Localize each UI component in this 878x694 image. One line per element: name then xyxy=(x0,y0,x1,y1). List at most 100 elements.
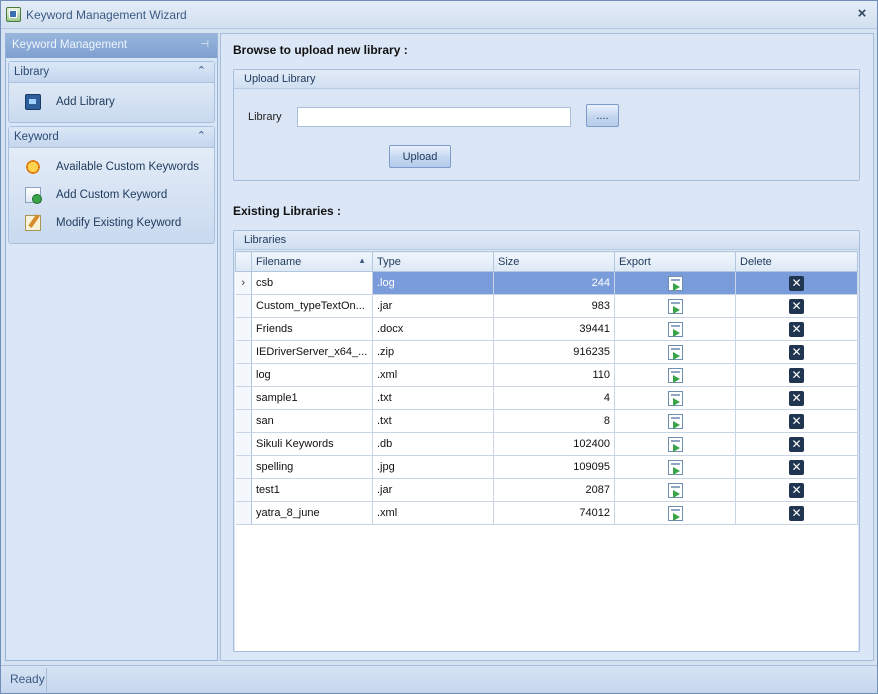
delete-cell[interactable]: ✕ xyxy=(735,271,858,295)
size-cell[interactable]: 110 xyxy=(493,363,615,387)
export-cell[interactable] xyxy=(614,340,736,364)
browse-button[interactable]: .... xyxy=(586,104,619,127)
size-cell[interactable]: 8 xyxy=(493,409,615,433)
column-header-size[interactable]: Size xyxy=(493,251,615,272)
type-cell[interactable]: .log xyxy=(372,271,494,295)
column-header-delete[interactable]: Delete xyxy=(735,251,858,272)
export-icon[interactable] xyxy=(667,436,683,452)
delete-icon[interactable]: ✕ xyxy=(789,459,804,475)
table-row[interactable]: Sikuli Keywords .db 102400 ✕ xyxy=(235,432,858,456)
filename-cell[interactable]: sample1 xyxy=(251,386,373,410)
nav-item-add-library[interactable]: Add Library xyxy=(9,88,214,116)
type-cell[interactable]: .db xyxy=(372,432,494,456)
table-row[interactable]: sample1 .txt 4 ✕ xyxy=(235,386,858,410)
filename-cell[interactable]: IEDriverServer_x64_... xyxy=(251,340,373,364)
export-icon[interactable] xyxy=(667,505,683,521)
export-cell[interactable] xyxy=(614,455,736,479)
row-indicator[interactable] xyxy=(235,317,252,341)
row-indicator[interactable] xyxy=(235,432,252,456)
column-header-type[interactable]: Type xyxy=(372,251,494,272)
size-cell[interactable]: 39441 xyxy=(493,317,615,341)
row-indicator[interactable] xyxy=(235,386,252,410)
collapse-icon[interactable]: ⌃ xyxy=(197,129,206,142)
table-row[interactable]: IEDriverServer_x64_... .zip 916235 ✕ xyxy=(235,340,858,364)
row-indicator[interactable] xyxy=(235,363,252,387)
nav-group-header-keyword[interactable]: Keyword ⌃ xyxy=(9,127,214,148)
type-cell[interactable]: .zip xyxy=(372,340,494,364)
table-row[interactable]: › csb .log 244 ✕ xyxy=(235,271,858,295)
table-row[interactable]: spelling .jpg 109095 ✕ xyxy=(235,455,858,479)
type-cell[interactable]: .txt xyxy=(372,386,494,410)
filename-cell[interactable]: log xyxy=(251,363,373,387)
export-cell[interactable] xyxy=(614,478,736,502)
library-path-input[interactable] xyxy=(297,107,571,127)
export-icon[interactable] xyxy=(667,390,683,406)
pin-icon[interactable]: ⊣ xyxy=(200,39,209,50)
delete-cell[interactable]: ✕ xyxy=(735,478,858,502)
row-indicator[interactable] xyxy=(235,294,252,318)
table-row[interactable]: Friends .docx 39441 ✕ xyxy=(235,317,858,341)
column-header-filename[interactable]: Filename ▲ xyxy=(251,251,373,272)
filename-cell[interactable]: test1 xyxy=(251,478,373,502)
type-cell[interactable]: .jpg xyxy=(372,455,494,479)
nav-item-modify-keyword[interactable]: Modify Existing Keyword xyxy=(9,209,214,237)
delete-icon[interactable]: ✕ xyxy=(789,436,804,452)
delete-cell[interactable]: ✕ xyxy=(735,317,858,341)
export-cell[interactable] xyxy=(614,294,736,318)
table-row[interactable]: yatra_8_june .xml 74012 ✕ xyxy=(235,501,858,525)
size-cell[interactable]: 74012 xyxy=(493,501,615,525)
table-row[interactable]: test1 .jar 2087 ✕ xyxy=(235,478,858,502)
type-cell[interactable]: .txt xyxy=(372,409,494,433)
export-cell[interactable] xyxy=(614,317,736,341)
export-cell[interactable] xyxy=(614,409,736,433)
size-cell[interactable]: 983 xyxy=(493,294,615,318)
delete-cell[interactable]: ✕ xyxy=(735,386,858,410)
upload-button[interactable]: Upload xyxy=(389,145,451,168)
export-icon[interactable] xyxy=(667,459,683,475)
export-icon[interactable] xyxy=(667,275,683,291)
column-header-export[interactable]: Export xyxy=(614,251,736,272)
delete-icon[interactable]: ✕ xyxy=(789,367,804,383)
delete-icon[interactable]: ✕ xyxy=(789,482,804,498)
nav-item-available-custom-keywords[interactable]: Available Custom Keywords xyxy=(9,153,214,181)
collapse-icon[interactable]: ⌃ xyxy=(197,64,206,77)
table-row[interactable]: log .xml 110 ✕ xyxy=(235,363,858,387)
export-cell[interactable] xyxy=(614,432,736,456)
filename-cell[interactable]: Custom_typeTextOn... xyxy=(251,294,373,318)
row-indicator[interactable] xyxy=(235,478,252,502)
size-cell[interactable]: 4 xyxy=(493,386,615,410)
delete-icon[interactable]: ✕ xyxy=(789,390,804,406)
export-icon[interactable] xyxy=(667,413,683,429)
type-cell[interactable]: .docx xyxy=(372,317,494,341)
table-row[interactable]: san .txt 8 ✕ xyxy=(235,409,858,433)
filename-cell[interactable]: spelling xyxy=(251,455,373,479)
export-icon[interactable] xyxy=(667,482,683,498)
filename-cell[interactable]: san xyxy=(251,409,373,433)
delete-icon[interactable]: ✕ xyxy=(789,321,804,337)
size-cell[interactable]: 244 xyxy=(493,271,615,295)
delete-cell[interactable]: ✕ xyxy=(735,455,858,479)
export-icon[interactable] xyxy=(667,344,683,360)
delete-icon[interactable]: ✕ xyxy=(789,505,804,521)
size-cell[interactable]: 109095 xyxy=(493,455,615,479)
export-icon[interactable] xyxy=(667,298,683,314)
type-cell[interactable]: .jar xyxy=(372,294,494,318)
nav-group-header-library[interactable]: Library ⌃ xyxy=(9,62,214,83)
size-cell[interactable]: 102400 xyxy=(493,432,615,456)
delete-cell[interactable]: ✕ xyxy=(735,363,858,387)
delete-cell[interactable]: ✕ xyxy=(735,409,858,433)
delete-cell[interactable]: ✕ xyxy=(735,432,858,456)
delete-icon[interactable]: ✕ xyxy=(789,413,804,429)
close-button[interactable]: × xyxy=(855,6,869,22)
export-icon[interactable] xyxy=(667,367,683,383)
filename-cell[interactable]: csb xyxy=(251,271,373,295)
filename-cell[interactable]: yatra_8_june xyxy=(251,501,373,525)
row-indicator[interactable] xyxy=(235,340,252,364)
export-cell[interactable] xyxy=(614,363,736,387)
size-cell[interactable]: 2087 xyxy=(493,478,615,502)
export-cell[interactable] xyxy=(614,271,736,295)
nav-item-add-custom-keyword[interactable]: Add Custom Keyword xyxy=(9,181,214,209)
filename-cell[interactable]: Friends xyxy=(251,317,373,341)
type-cell[interactable]: .xml xyxy=(372,363,494,387)
delete-cell[interactable]: ✕ xyxy=(735,501,858,525)
